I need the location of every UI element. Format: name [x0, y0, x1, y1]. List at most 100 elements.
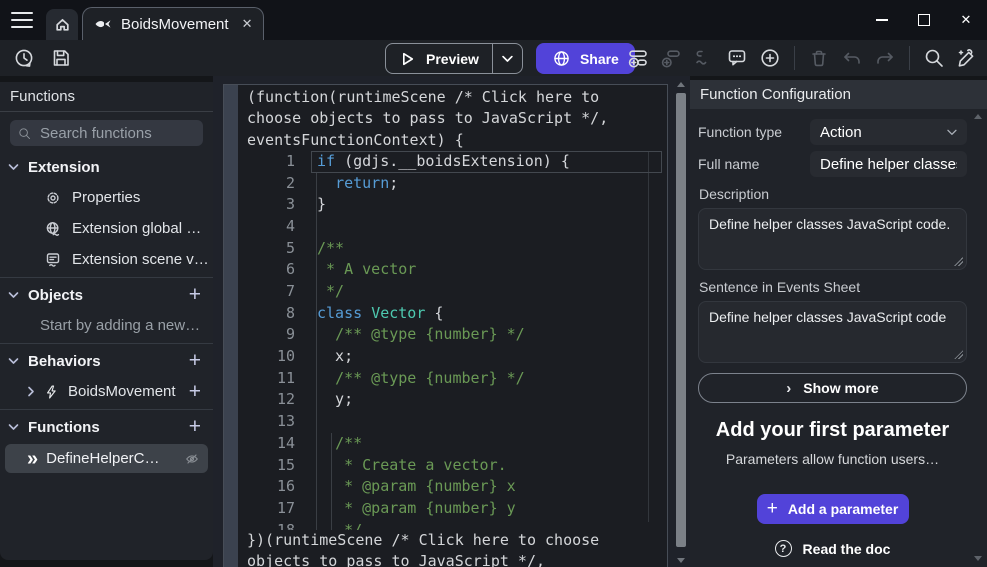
save-icon[interactable] [49, 46, 73, 70]
close-button[interactable]: ✕ [955, 9, 977, 31]
add-subevent-icon[interactable] [659, 46, 683, 70]
add-button[interactable]: + [189, 382, 201, 402]
line-number: 8 [238, 303, 295, 325]
search-box[interactable] [10, 120, 203, 146]
code-line: 2 return; [238, 173, 667, 195]
tab-boidsmovement[interactable]: BoidsMovement ✕ [82, 7, 264, 40]
code-line: 7 */ [238, 281, 667, 303]
line-content [295, 411, 667, 433]
tree-item[interactable]: Properties [0, 182, 213, 213]
scroll-up-arrow-icon[interactable] [677, 82, 685, 87]
trash-icon[interactable] [807, 46, 831, 70]
line-number: 2 [238, 173, 295, 195]
empty-state-subtitle: Parameters allow function users… [698, 451, 967, 467]
section-behaviors[interactable]: Behaviors + [0, 346, 213, 376]
scrollbar-thumb[interactable] [676, 93, 686, 547]
add-parameter-button[interactable]: + Add a parameter [757, 494, 909, 524]
empty-hint: Start by adding a new… [0, 310, 213, 341]
read-doc-link[interactable]: ? Read the doc [698, 540, 967, 557]
show-more-button[interactable]: › Show more [698, 373, 967, 403]
preview-button[interactable]: Preview [385, 43, 523, 74]
line-number: 18 [238, 520, 295, 530]
chevron-down-icon [8, 163, 19, 171]
code-header-line: (function(runtimeScene /* Click here to [247, 87, 667, 108]
add-circle-icon[interactable] [758, 46, 782, 70]
redo-icon[interactable] [873, 46, 897, 70]
item-label: DefineHelperC… [46, 450, 159, 467]
item-label: Extension global … [72, 220, 201, 237]
tree-item[interactable]: Extension scene v… [0, 244, 213, 275]
add-other-events-icon[interactable] [692, 46, 716, 70]
chevron-down-icon [947, 129, 957, 136]
add-objects-button[interactable]: + [189, 285, 201, 305]
code-line: 18 */ [238, 520, 667, 530]
tab-home[interactable] [46, 9, 78, 40]
line-content: class Vector { [295, 303, 667, 325]
menu-icon[interactable] [11, 12, 33, 28]
code-header-line: eventsFunctionContext) { [247, 130, 667, 151]
section-extension[interactable]: Extension [0, 152, 213, 182]
maximize-button[interactable] [913, 9, 935, 31]
add-event-icon[interactable] [626, 46, 650, 70]
behavior-item[interactable]: BoidsMovement + [0, 376, 213, 407]
item-label: Extension scene v… [72, 251, 209, 268]
section-objects[interactable]: Objects + [0, 280, 213, 310]
line-content: * @param {number} x [295, 476, 667, 498]
panel-scroll-down-icon[interactable] [974, 556, 982, 561]
search-icon[interactable] [922, 46, 946, 70]
section-label: Behaviors [28, 353, 101, 370]
edit-properties-icon[interactable] [955, 46, 979, 70]
search-input[interactable] [38, 124, 213, 143]
gear-icon [45, 190, 61, 206]
line-number: 3 [238, 194, 295, 216]
code-line: 8 class Vector { [238, 303, 667, 325]
line-content: * A vector [295, 259, 667, 281]
share-button[interactable]: Share [536, 43, 635, 74]
event-drag-handle[interactable] [224, 85, 238, 567]
line-number: 16 [238, 476, 295, 498]
description-textarea[interactable]: Define helper classes JavaScript code. [699, 209, 966, 269]
line-number: 11 [238, 368, 295, 390]
globe-icon [552, 49, 571, 68]
add-parameter-label: Add a parameter [788, 501, 898, 517]
minimize-button[interactable] [871, 9, 893, 31]
line-content: return; [295, 173, 667, 195]
undo-icon[interactable] [840, 46, 864, 70]
code-editor: (function(runtimeScene /* Click here to c… [238, 85, 667, 567]
item-label: Properties [72, 189, 140, 206]
add-functions-button[interactable]: + [189, 417, 201, 437]
search-icon [18, 127, 31, 140]
events-scrollbar[interactable] [674, 82, 688, 565]
line-number: 12 [238, 389, 295, 411]
chevron-down-icon [8, 423, 19, 431]
code-footer-line: objects to pass to JavaScript */, [247, 551, 667, 567]
full-name-input[interactable] [810, 151, 967, 177]
line-number: 17 [238, 498, 295, 520]
code-line: 4 [238, 216, 667, 238]
scroll-down-arrow-icon[interactable] [677, 558, 685, 563]
chevron-right-icon: › [786, 380, 791, 397]
add-behaviors-button[interactable]: + [189, 351, 201, 371]
function-type-label: Function type [698, 124, 810, 140]
tree-item[interactable]: Extension global … [0, 213, 213, 244]
section-functions[interactable]: Functions + [0, 412, 213, 442]
panel-scroll-up-icon[interactable] [974, 114, 982, 119]
comment-icon[interactable] [725, 46, 749, 70]
tab-close-icon[interactable]: ✕ [242, 16, 253, 32]
code-line: 16 * @param {number} x [238, 476, 667, 498]
globe-icon [45, 221, 61, 237]
show-more-label: Show more [803, 380, 878, 396]
line-number: 9 [238, 324, 295, 346]
history-icon[interactable] [12, 46, 36, 70]
code-editor-viewport[interactable]: 1 if (gdjs.__boidsExtension) { 2 return;… [238, 151, 667, 530]
panel-title: Function Configuration [690, 80, 987, 109]
function-type-select[interactable]: Action [810, 119, 967, 145]
eye-off-icon[interactable] [185, 452, 199, 466]
sentence-textarea[interactable]: Define helper classes JavaScript code [699, 302, 966, 362]
preview-dropdown-caret[interactable] [492, 44, 522, 73]
line-number: 10 [238, 346, 295, 368]
line-content: /** [295, 238, 667, 260]
line-content: * @param {number} y [295, 498, 667, 520]
function-item-selected[interactable]: » DefineHelperC… [5, 444, 208, 473]
sidebar-tree: Extension Properties Extension global … … [0, 152, 213, 475]
